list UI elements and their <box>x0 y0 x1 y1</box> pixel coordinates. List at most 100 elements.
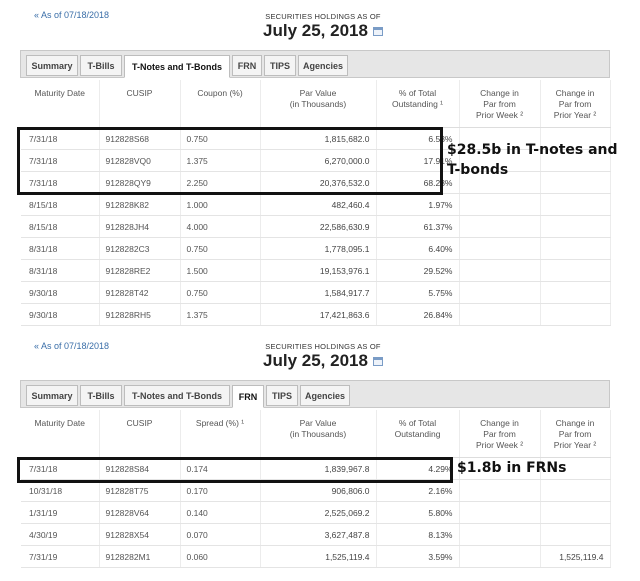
table-cell <box>540 259 611 282</box>
table-cell: 1,839,967.8 <box>260 457 377 480</box>
table-cell: 20,376,532.0 <box>260 171 377 194</box>
page-title-block: SECURITIES HOLDINGS AS OF July 25, 2018 <box>238 12 408 41</box>
back-link-previous-date[interactable]: « As of 07/18/2018 <box>34 10 109 20</box>
table-cell: 4.29% <box>376 457 460 480</box>
table-cell: 9/30/18 <box>21 303 100 326</box>
table-cell: 22,586,630.9 <box>260 215 377 238</box>
calendar-icon[interactable] <box>372 357 383 367</box>
table-cell: 912828QY9 <box>99 171 181 194</box>
table-cell: 6.40% <box>376 237 460 260</box>
column-header: Change in Par from Prior Year ² <box>540 80 611 128</box>
table-cell: 8.13% <box>376 523 460 546</box>
table-cell <box>459 479 541 502</box>
tab-frn[interactable]: FRN <box>232 55 262 76</box>
table-cell: 912828X54 <box>99 523 181 546</box>
tab-summary[interactable]: Summary <box>26 385 78 406</box>
table-cell: 4/30/19 <box>21 523 100 546</box>
table-cell <box>459 501 541 524</box>
back-link-previous-date[interactable]: « As of 07/18/2018 <box>34 341 109 351</box>
table-row: 9/30/18 912828RH5 1.375 17,421,863.6 26.84% <box>21 303 611 326</box>
table-cell: 7/31/18 <box>21 457 100 480</box>
date-label: July 25, 2018 <box>263 351 368 370</box>
table-row: 8/31/18 912828RE2 1.500 19,153,976.1 29.52% <box>21 259 611 282</box>
column-header: Change in Par from Prior Week ² <box>459 80 541 128</box>
table-cell <box>540 237 611 260</box>
tab-t-notes-and-t-bonds[interactable]: T-Notes and T-Bonds <box>124 385 230 406</box>
tab-frn[interactable]: FRN <box>232 385 264 408</box>
tab-tips[interactable]: TIPS <box>266 385 298 406</box>
table-cell: 1.375 <box>180 149 261 172</box>
table-cell: 912828S68 <box>99 127 181 150</box>
table-cell: 5.80% <box>376 501 460 524</box>
table-cell: 912828VQ0 <box>99 149 181 172</box>
table-cell: 9128282C3 <box>99 237 181 260</box>
table-cell: 9/30/18 <box>21 281 100 304</box>
table-row: 8/31/18 9128282C3 0.750 1,778,095.1 6.40% <box>21 237 611 260</box>
table-header-row: Maturity Date CUSIP Spread (%) ¹ Par Value … <box>21 410 611 458</box>
table-cell: 0.170 <box>180 479 261 502</box>
tab-agencies[interactable]: Agencies <box>300 385 350 406</box>
table-cell <box>540 479 611 502</box>
calendar-icon[interactable] <box>372 27 383 37</box>
table-cell: 7/31/19 <box>21 545 100 568</box>
table-cell: 912828S84 <box>99 457 181 480</box>
table-cell: 29.52% <box>376 259 460 282</box>
table-cell: 7/31/18 <box>21 127 100 150</box>
table-cell <box>459 259 541 282</box>
tab-tips[interactable]: TIPS <box>264 55 296 76</box>
column-header: Coupon (%) <box>180 80 261 128</box>
table-cell <box>540 215 611 238</box>
column-header: Par Value (in Thousands) <box>260 410 377 458</box>
tab-t-notes-and-t-bonds[interactable]: T-Notes and T-Bonds <box>124 55 230 78</box>
table-cell <box>459 281 541 304</box>
table-cell: 17,421,863.6 <box>260 303 377 326</box>
tab-t-bills[interactable]: T-Bills <box>80 385 122 406</box>
table-cell <box>459 303 541 326</box>
holdings-panel-frn: « As of 07/18/2018 SECURITIES HOLDINGS A… <box>0 337 640 581</box>
table-cell: 1,815,682.0 <box>260 127 377 150</box>
table-cell <box>540 523 611 546</box>
table-cell: 7/31/18 <box>21 171 100 194</box>
table-row: 10/31/18 912828T75 0.170 906,806.0 2.16% <box>21 479 611 502</box>
table-cell: 1.000 <box>180 193 261 216</box>
column-header: % of Total Outstanding <box>376 410 460 458</box>
table-cell: 3.59% <box>376 545 460 568</box>
table-cell: 2.16% <box>376 479 460 502</box>
table-cell: 0.060 <box>180 545 261 568</box>
column-header: Change in Par from Prior Year ² <box>540 410 611 458</box>
tab-t-bills[interactable]: T-Bills <box>80 55 122 76</box>
holdings-table: Maturity Date CUSIP Spread (%) ¹ Par Value … <box>21 410 611 568</box>
table-cell: 1.97% <box>376 193 460 216</box>
table-cell <box>540 193 611 216</box>
table-cell: 0.174 <box>180 457 261 480</box>
table-cell: 912828RH5 <box>99 303 181 326</box>
table-row: 1/31/19 912828V64 0.140 2,525,069.2 5.80% <box>21 501 611 524</box>
table-cell <box>459 545 541 568</box>
page-title-block: SECURITIES HOLDINGS AS OF July 25, 2018 <box>238 342 408 371</box>
tab-agencies[interactable]: Agencies <box>298 55 348 76</box>
table-cell: 8/31/18 <box>21 237 100 260</box>
table-cell: 0.750 <box>180 237 261 260</box>
table-cell: 61.37% <box>376 215 460 238</box>
table-header-row: Maturity Date CUSIP Coupon (%) Par Value (i… <box>21 80 611 128</box>
table-cell: 8/31/18 <box>21 259 100 282</box>
column-header: % of Total Outstanding ¹ <box>376 80 460 128</box>
table-cell: 0.750 <box>180 281 261 304</box>
table-cell: 10/31/18 <box>21 479 100 502</box>
table-row: 9/30/18 912828T42 0.750 1,584,917.7 5.75% <box>21 281 611 304</box>
holdings-table: Maturity Date CUSIP Coupon (%) Par Value (i… <box>21 80 611 326</box>
tab-bar: Summary T-Bills T-Notes and T-Bonds FRN … <box>20 50 610 78</box>
table-cell: 4.000 <box>180 215 261 238</box>
table-row: 8/15/18 912828JH4 4.000 22,586,630.9 61.37% <box>21 215 611 238</box>
table-cell <box>459 523 541 546</box>
table-cell <box>459 237 541 260</box>
page-title-date: July 25, 2018 <box>238 351 408 371</box>
table-cell: 2,525,069.2 <box>260 501 377 524</box>
table-cell: 912828T75 <box>99 479 181 502</box>
table-cell: 8/15/18 <box>21 193 100 216</box>
table-cell: 8/15/18 <box>21 215 100 238</box>
table-cell: 912828RE2 <box>99 259 181 282</box>
tab-summary[interactable]: Summary <box>26 55 78 76</box>
table-cell: 1,525,119.4 <box>260 545 377 568</box>
table-cell: 1,584,917.7 <box>260 281 377 304</box>
